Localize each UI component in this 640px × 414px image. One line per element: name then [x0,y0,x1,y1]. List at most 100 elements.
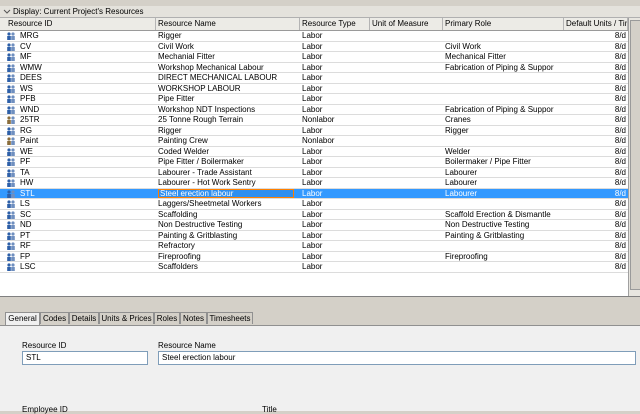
table-row[interactable]: 25TR 25 Tonne Rough Terrain Nonlabor Cranes… [0,115,628,126]
table-row[interactable]: MRG Rigger Labor 8/d [0,31,628,42]
cell-resource-id: TA [20,167,30,177]
resource-icon [6,242,16,250]
table-row[interactable]: HW Labourer - Hot Work Sentry Labor Laboure… [0,178,628,189]
tab-roles[interactable]: Roles [154,312,180,324]
scrollbar-thumb[interactable] [630,20,640,290]
resource-icon [6,200,16,208]
table-row[interactable]: MF Mechanial Fitter Labor Mechanical Fitter… [0,52,628,63]
table-row[interactable]: PF Pipe Fitter / Boilermaker Labor Boilerma… [0,157,628,168]
resource-name-field[interactable]: Steel erection labour [158,351,636,365]
cell-unit-of-measure [372,157,442,167]
display-bar[interactable]: Display: Current Project's Resources [0,6,640,18]
cell-unit-of-measure [372,31,442,41]
general-tab-panel: Resource ID STL Resource Name Steel erec… [0,325,640,414]
cell-resource-id: WND [20,104,40,114]
cell-unit-of-measure [372,199,442,209]
table-row[interactable]: LS Laggers/Sheetmetal Workers Labor 8/d [0,199,628,210]
cell-resource-type: Labor [302,178,323,187]
cell-primary-role: Boilermaker / Pipe Fitter [445,157,531,166]
cell-unit-of-measure [372,147,442,157]
cell-unit-of-measure [372,73,442,83]
tab-units-prices[interactable]: Units & Prices [99,312,154,324]
tab-notes[interactable]: Notes [180,312,207,324]
resource-icon [6,42,16,51]
resource-id-field[interactable]: STL [22,351,148,365]
table-row[interactable]: PT Painting & Gritblasting Labor Painting &… [0,230,628,241]
table-row[interactable]: WE Coded Welder Labor Welder 8/d [0,146,628,157]
cell-default-units: 8/d [614,178,626,187]
column-header-resource-name[interactable]: Resource Name [156,18,300,30]
cell-default-units: 8/d [614,52,626,61]
table-row[interactable]: WMW Workshop Mechanical Labour Labor Fabric… [0,62,628,73]
cell-resource-id: STL [20,188,35,198]
cell-primary-role: Cranes [445,115,471,124]
cell-resource-id: 25TR [20,115,40,124]
cell-resource-name: WORKSHOP LABOUR [158,83,241,93]
table-row[interactable]: STL Steel erection labour Labor Labourer 8/d [0,188,628,199]
column-header-resource-id[interactable]: Resource ID [0,18,156,30]
table-row[interactable]: TA Labourer - Trade Assistant Labor Laboure… [0,167,628,178]
column-header-primary-role[interactable]: Primary Role [443,18,564,30]
cell-resource-type: Labor [302,167,323,177]
table-row[interactable]: PFB Pipe Fitter Labor 8/d [0,94,628,105]
cell-primary-role [445,31,565,41]
resource-icon [6,84,16,93]
vertical-scrollbar[interactable] [628,18,640,296]
chevron-down-icon[interactable] [3,6,13,17]
cell-primary-role: Fabrication of Piping & Suppor [445,62,554,72]
cell-default-units: 8/d [614,73,626,82]
tab-general[interactable]: General [5,312,40,325]
cell-resource-name-editor[interactable]: Steel erection labour [158,188,294,198]
cell-primary-role [445,199,565,209]
cell-resource-name: Painting Crew [158,136,208,145]
table-row[interactable]: RG Rigger Labor Rigger 8/d [0,126,628,136]
display-label: Display: Current Project's Resources [13,7,144,16]
cell-default-units: 8/d [614,167,626,177]
cell-resource-id: PT [20,230,31,240]
table-row[interactable]: SC Scaffolding Labor Scaffold Erection & Di… [0,210,628,220]
column-header-unit-of-measure[interactable]: Unit of Measure [370,18,443,30]
pane-splitter[interactable] [0,296,640,301]
cell-default-units: 8/d [614,188,626,198]
cell-default-units: 8/d [614,83,626,93]
resource-icon [6,147,16,156]
cell-resource-type: Labor [302,31,323,40]
resource-icon [6,53,16,61]
column-header-default-units[interactable]: Default Units / Time [564,18,628,30]
table-row[interactable]: LSC Scaffolders Labor 8/d [0,262,628,273]
cell-resource-id: PF [20,157,31,166]
column-header-resource-type[interactable]: Resource Type [300,18,370,30]
cell-resource-type: Labor [302,146,323,156]
cell-resource-id: MRG [20,31,39,40]
cell-primary-role: Labourer [445,188,478,198]
resource-icon [6,105,16,114]
cell-resource-id: CV [20,41,32,51]
table-row[interactable]: ND Non Destructive Testing Labor Non Destru… [0,220,628,231]
tab-codes[interactable]: Codes [40,312,69,324]
table-row[interactable]: WS WORKSHOP LABOUR Labor 8/d [0,83,628,94]
table-row[interactable]: FP Fireproofing Labor Fireproofing 8/d [0,252,628,262]
table-row[interactable]: DEES DIRECT MECHANICAL LABOUR Labor 8/d [0,73,628,84]
table-row[interactable]: WND Workshop NDT Inspections Labor Fabricat… [0,104,628,115]
table-row[interactable]: RF Refractory Labor 8/d [0,241,628,252]
cell-resource-name: Workshop NDT Inspections [158,104,256,114]
tab-details[interactable]: Details [69,312,99,324]
cell-unit-of-measure [372,52,442,62]
cell-resource-name: Labourer - Hot Work Sentry [158,178,256,187]
cell-unit-of-measure [372,252,442,262]
cell-resource-type: Labor [302,83,323,93]
cell-resource-type: Labor [302,157,323,166]
tab-timesheets[interactable]: Timesheets [207,312,253,324]
cell-resource-name: Civil Work [158,41,194,51]
cell-primary-role: Non Destructive Testing [445,220,530,229]
cell-resource-type: Labor [302,230,323,240]
resource-name-label: Resource Name [158,341,216,350]
cell-resource-name[interactable]: Steel erection labour [158,188,298,199]
table-row[interactable]: Paint Painting Crew Nonlabor 8/d [0,136,628,147]
resource-icon [6,126,16,135]
resource-icon [6,221,16,229]
table-row[interactable]: CV Civil Work Labor Civil Work 8/d [0,41,628,52]
cell-default-units: 8/d [614,157,626,166]
cell-primary-role [445,241,565,251]
cell-default-units: 8/d [614,136,626,145]
